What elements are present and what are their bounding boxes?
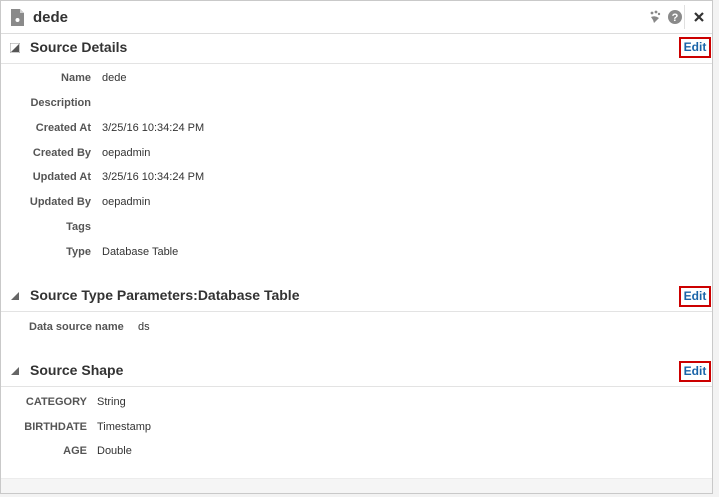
dialog-footer — [1, 478, 712, 493]
field-value-updated-by: oepadmin — [102, 196, 151, 208]
field-value-category: String — [97, 396, 126, 408]
field-label-birthdate: BIRTHDATE — [24, 421, 87, 433]
section-title: Source Shape — [30, 362, 124, 378]
field-value-type: Database Table — [102, 246, 179, 258]
field-label-description: Description — [30, 97, 91, 109]
window-title: dede — [33, 9, 69, 26]
field-value-age: Double — [97, 445, 132, 457]
triangle-collapse-icon[interactable] — [10, 291, 20, 301]
field-value-birthdate: Timestamp — [97, 421, 151, 433]
toolbar-divider — [684, 5, 685, 29]
triangle-collapse-icon[interactable] — [10, 43, 20, 53]
close-icon[interactable] — [691, 9, 707, 25]
bird-icon[interactable] — [647, 9, 663, 25]
edit-details-button[interactable]: Edit — [679, 37, 711, 58]
section-title: Source Type Parameters:Database Table — [30, 287, 300, 303]
section-header-shape: Source Shape Edit — [1, 356, 712, 387]
field-label-data-source-name: Data source name — [29, 321, 124, 333]
edit-shape-button[interactable]: Edit — [679, 361, 711, 382]
field-label-name: Name — [61, 72, 91, 84]
field-label-category: CATEGORY — [25, 396, 87, 408]
field-label-created-by: Created By — [32, 147, 91, 159]
field-value-created-at: 3/25/16 10:34:24 PM — [102, 122, 205, 134]
section-header-params: Source Type Parameters:Database Table Ed… — [1, 281, 712, 312]
field-label-created-at: Created At — [35, 122, 91, 134]
document-icon — [11, 9, 24, 26]
svg-text:?: ? — [672, 12, 679, 24]
field-label-type: Type — [66, 246, 91, 258]
field-value-updated-at: 3/25/16 10:34:24 PM — [102, 171, 205, 183]
field-label-updated-by: Updated By — [29, 196, 91, 208]
field-label-age: AGE — [63, 445, 87, 457]
field-value-name: dede — [102, 72, 127, 84]
section-header-details: Source Details Edit — [1, 33, 712, 64]
section-title: Source Details — [30, 39, 128, 55]
field-value-created-by: oepadmin — [102, 147, 151, 159]
title-bar: dede ? — [1, 1, 712, 34]
triangle-collapse-icon[interactable] — [10, 366, 20, 376]
edit-params-button[interactable]: Edit — [679, 286, 711, 307]
source-dialog: dede ? Source Details Edit Name dede Des… — [0, 0, 713, 494]
field-label-tags: Tags — [66, 221, 91, 233]
field-label-updated-at: Updated At — [32, 171, 91, 183]
help-icon[interactable]: ? — [667, 9, 683, 25]
field-value-data-source-name: ds — [138, 321, 150, 333]
